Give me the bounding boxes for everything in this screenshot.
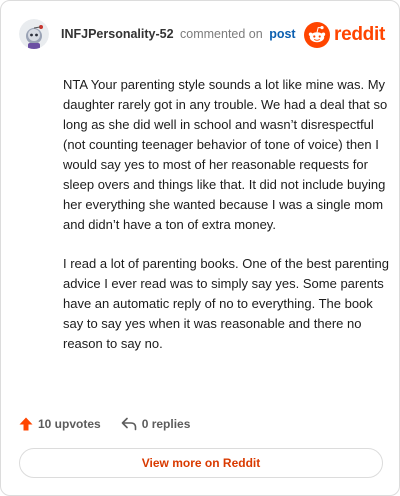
view-more-button[interactable]: View more on Reddit [19,448,383,478]
reply-button[interactable]: 0 replies [121,417,191,431]
comment-paragraph: I read a lot of parenting books. One of … [63,256,389,351]
comment-actions: 10 upvotes 0 replies [19,414,210,434]
reddit-logo[interactable]: reddit [304,21,385,49]
reddit-logo-icon [304,22,331,48]
commented-on-text: commented on [180,27,263,41]
reply-arrow-icon [121,417,137,431]
username-link[interactable]: INFJPersonality-52 [61,27,174,41]
upvote-count: 10 upvotes [38,417,101,431]
comment-header: INFJPersonality-52 commented on post red… [19,17,385,51]
user-avatar[interactable] [19,19,49,49]
comment-embed-card: INFJPersonality-52 commented on post red… [0,0,400,496]
comment-body: NTA Your parenting style sounds a lot li… [63,75,389,373]
reddit-wordmark: reddit [334,24,385,45]
upvote-button[interactable]: 10 upvotes [19,417,101,431]
upvote-arrow-icon [19,417,33,431]
reply-count: 0 replies [141,417,191,431]
snoo-avatar-icon [19,19,49,49]
comment-paragraph: NTA Your parenting style sounds a lot li… [63,77,388,232]
post-link[interactable]: post [269,27,295,41]
comment-meta: INFJPersonality-52 commented on post [61,27,296,41]
